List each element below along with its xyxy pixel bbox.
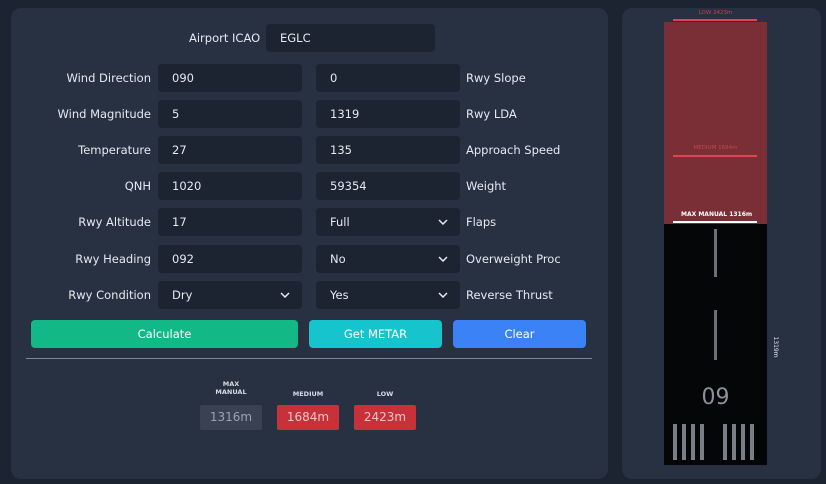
wind-direction-label: Wind Direction xyxy=(66,71,151,85)
clear-button[interactable]: Clear xyxy=(453,320,586,348)
chevron-down-icon xyxy=(438,281,448,309)
rwy-altitude-label: Rwy Altitude xyxy=(78,215,151,229)
airport-icao-input[interactable]: EGLC xyxy=(266,24,435,52)
rwy-altitude-input[interactable]: 17 xyxy=(158,208,302,236)
medium-marker-label: MEDIUM 1684m xyxy=(693,145,738,151)
flaps-value: Full xyxy=(330,215,350,229)
wind-magnitude-input[interactable]: 5 xyxy=(158,100,302,128)
rwy-heading-input[interactable]: 092 xyxy=(158,245,302,273)
low-result: 2423m xyxy=(354,405,416,430)
wind-magnitude-label: Wind Magnitude xyxy=(57,107,151,121)
weight-label: Weight xyxy=(466,179,507,193)
rwy-condition-label: Rwy Condition xyxy=(68,288,151,302)
reverse-thrust-value: Yes xyxy=(330,288,349,302)
rwy-slope-input[interactable]: 0 xyxy=(316,64,460,92)
get-metar-button[interactable]: Get METAR xyxy=(309,320,442,348)
temperature-input[interactable]: 27 xyxy=(158,136,302,164)
rwy-condition-value: Dry xyxy=(172,288,193,302)
rwy-lda-label: Rwy LDA xyxy=(466,107,517,121)
temperature-label: Temperature xyxy=(78,143,151,157)
reverse-thrust-label: Reverse Thrust xyxy=(466,288,553,302)
chevron-down-icon xyxy=(438,208,448,236)
runway-number: 09 xyxy=(701,385,730,410)
weight-input[interactable]: 59354 xyxy=(316,172,460,200)
threshold-markings xyxy=(673,424,763,460)
rwy-heading-label: Rwy Heading xyxy=(75,252,151,266)
rwy-slope-label: Rwy Slope xyxy=(466,71,526,85)
low-marker-line xyxy=(673,19,757,21)
approach-speed-input[interactable]: 135 xyxy=(316,136,460,164)
max-manual-result: 1316m xyxy=(200,405,262,430)
rwy-condition-select[interactable]: Dry xyxy=(158,281,302,309)
runway-overrun-area xyxy=(664,22,767,224)
chevron-down-icon xyxy=(280,281,290,309)
qnh-input[interactable]: 1020 xyxy=(158,172,302,200)
centerline-dash xyxy=(714,229,717,277)
max-manual-heading: MAX MANUAL xyxy=(215,380,247,396)
overweight-proc-value: No xyxy=(330,252,346,266)
overweight-proc-label: Overweight Proc xyxy=(466,252,561,266)
centerline-dash xyxy=(714,310,717,360)
low-heading: LOW xyxy=(376,390,394,398)
max-manual-marker-label: MAX MANUAL 1316m xyxy=(681,211,753,218)
calculate-button[interactable]: Calculate xyxy=(31,320,298,348)
reverse-thrust-select[interactable]: Yes xyxy=(316,281,460,309)
flaps-label: Flaps xyxy=(466,215,497,229)
chevron-down-icon xyxy=(438,245,448,273)
medium-heading: MEDIUM xyxy=(292,390,324,398)
wind-direction-input[interactable]: 090 xyxy=(158,64,302,92)
flaps-select[interactable]: Full xyxy=(316,208,460,236)
rwy-lda-input[interactable]: 1319 xyxy=(316,100,460,128)
airport-icao-label: Airport ICAO xyxy=(189,31,261,45)
runway-lda-label: 1319m xyxy=(772,336,779,358)
qnh-label: QNH xyxy=(124,179,151,193)
approach-speed-label: Approach Speed xyxy=(466,143,561,157)
max-manual-marker-line xyxy=(673,221,757,223)
medium-result: 1684m xyxy=(277,405,339,430)
divider xyxy=(26,358,592,359)
medium-marker-line xyxy=(673,155,757,157)
overweight-proc-select[interactable]: No xyxy=(316,245,460,273)
low-marker-label: LOW 2423m xyxy=(698,10,733,16)
